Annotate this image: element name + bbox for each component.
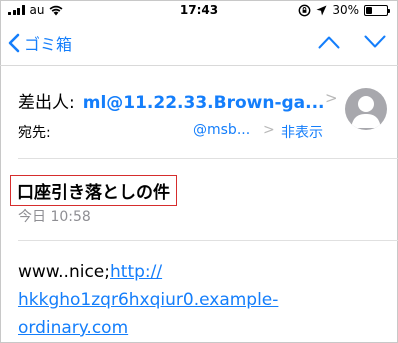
- from-label: 差出人:: [18, 93, 75, 113]
- body-link-part-1[interactable]: http://: [110, 262, 162, 282]
- next-message-button[interactable]: [364, 34, 386, 53]
- previous-message-icon: [318, 36, 340, 49]
- to-label: 宛先:: [18, 125, 51, 141]
- orientation-lock-icon: [298, 4, 311, 16]
- body-text-prefix: www..nice;: [18, 262, 110, 282]
- back-chevron-icon: [8, 33, 20, 53]
- hide-details-link[interactable]: 非表示: [281, 122, 323, 142]
- sender-address[interactable]: ml@11.22.33.Brown-ga...: [83, 93, 325, 113]
- sender-avatar[interactable]: [345, 88, 387, 130]
- back-button-label: ゴミ箱: [24, 35, 73, 54]
- nav-bar: ゴミ箱: [0, 22, 398, 66]
- body-line-1: www..nice;http://: [18, 258, 388, 286]
- status-right: 30%: [298, 3, 390, 17]
- next-message-icon: [364, 35, 386, 48]
- status-bar: au 17:43 30%: [0, 0, 398, 22]
- message-subject: 口座引き落としの件: [10, 175, 177, 206]
- message-body: www..nice;http:// hkkgho1zqr6hxqiur0.exa…: [18, 258, 388, 342]
- sender-row: 差出人: ml@11.22.33.Brown-ga...: [18, 88, 325, 113]
- battery-fill: [366, 6, 372, 14]
- message-date: 今日 10:58: [18, 209, 91, 225]
- body-link-part-2[interactable]: hkkgho1zqr6hxqiur0.example-: [18, 286, 388, 314]
- battery-icon: [364, 4, 390, 16]
- location-arrow-icon: [316, 5, 327, 15]
- recipient-address[interactable]: @msb...: [193, 122, 250, 138]
- body-link-part-3[interactable]: ordinary.com: [18, 314, 388, 342]
- message-navigation: [318, 34, 386, 53]
- back-button[interactable]: ゴミ箱: [8, 31, 72, 55]
- sender-chevron-icon: >: [325, 89, 338, 107]
- header-divider: [18, 158, 398, 159]
- previous-message-button[interactable]: [318, 34, 340, 53]
- person-silhouette-icon: [351, 96, 381, 128]
- recipient-chevron-icon: >: [263, 122, 275, 138]
- subject-divider: [18, 240, 398, 241]
- battery-percent: 30%: [332, 3, 359, 17]
